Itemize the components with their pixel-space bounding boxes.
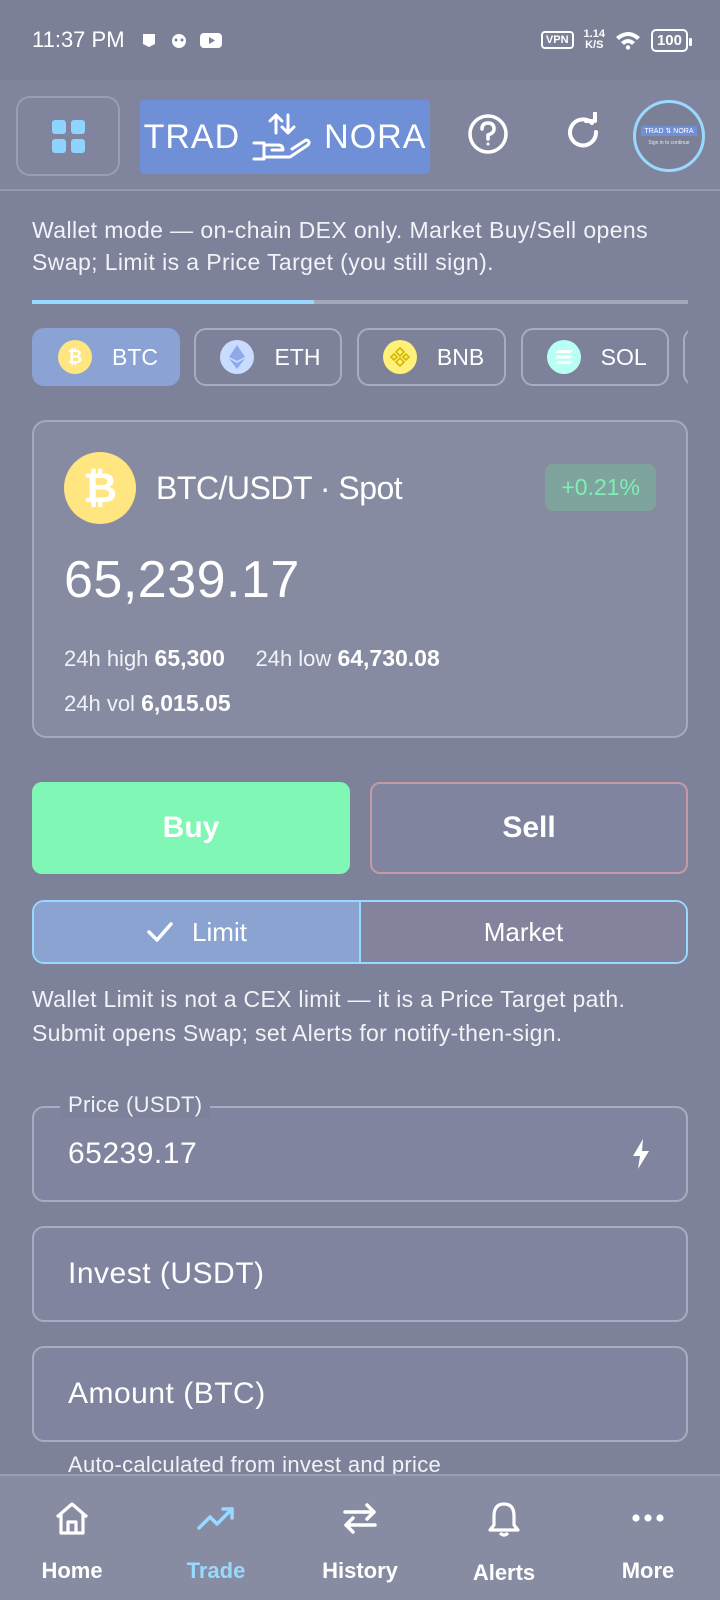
tradnora-logo[interactable]: TRAD NORA <box>140 100 430 174</box>
sell-button[interactable]: Sell <box>370 782 688 874</box>
low-label: 24h low <box>255 646 332 671</box>
coin-chip-label: BNB <box>436 343 485 370</box>
speed-unit: K/S <box>585 39 604 51</box>
invest-field <box>32 1226 688 1322</box>
wallet-mode-notice: Wallet mode — on-chain DEX only. Market … <box>32 217 649 275</box>
coin-chip-btc[interactable]: ₿ BTC <box>32 328 180 386</box>
market-label: Market <box>483 916 564 947</box>
limit-label: Limit <box>192 916 247 947</box>
avatar-logo-right: NORA <box>673 128 694 135</box>
coin-chip-sol[interactable]: SOL <box>520 328 669 386</box>
coin-chip-bnb[interactable]: BNB <box>356 328 507 386</box>
trend-icon <box>197 1507 234 1530</box>
nav-alerts[interactable]: Alerts <box>432 1476 576 1600</box>
wifi-icon <box>615 32 640 50</box>
amount-field <box>32 1346 688 1442</box>
price-field-label: Price (USDT) <box>60 1092 211 1118</box>
coin-chip-label: SOL <box>600 343 647 370</box>
coin-chip-eth[interactable]: ETH <box>194 328 343 386</box>
limit-option[interactable]: Limit <box>34 902 361 962</box>
coin-selector: ₿ BTC ETH BNB SOL <box>32 328 688 388</box>
last-price: 65,239.17 <box>64 551 300 609</box>
btc-icon: ₿ <box>58 340 92 374</box>
bell-icon <box>488 1502 520 1537</box>
check-icon <box>147 922 173 942</box>
nav-label: Trade <box>186 1558 246 1583</box>
limit-hint: Wallet Limit is not a CEX limit — it is … <box>32 986 626 1046</box>
nav-label: More <box>621 1558 675 1583</box>
high-value: 65,300 <box>154 645 225 671</box>
coin-chip-more[interactable] <box>683 328 688 386</box>
nav-label: Home <box>41 1558 103 1583</box>
nav-trade[interactable]: Trade <box>144 1476 288 1600</box>
help-icon[interactable] <box>466 112 510 156</box>
network-speed: 1.14 K/S <box>584 29 605 51</box>
price-field: Price (USDT) <box>32 1092 688 1202</box>
order-type-toggle: Limit Market <box>32 900 688 964</box>
refresh-icon[interactable] <box>562 112 606 156</box>
invest-input[interactable] <box>68 1257 652 1291</box>
coin-chip-label: BTC <box>112 343 158 370</box>
btc-icon: ₿ <box>64 452 136 524</box>
bnb-icon <box>382 340 417 374</box>
battery-indicator: 100 <box>650 28 693 52</box>
nav-history[interactable]: History <box>288 1476 432 1600</box>
home-icon <box>55 1502 89 1535</box>
logo-text-left: TRAD <box>143 117 241 156</box>
change-badge: +0.21% <box>545 464 656 511</box>
price-input[interactable] <box>68 1137 630 1171</box>
youtube-icon <box>199 33 222 48</box>
progress-bar <box>32 300 688 304</box>
hand-transfer-icon <box>252 113 311 161</box>
low-value: 64,730.08 <box>337 645 440 671</box>
status-bar: 11:37 PM VPN 1.14 K/S 100 <box>0 0 720 80</box>
avatar-logo: TRAD ⇅ NORA <box>641 126 697 136</box>
pair-title: BTC/USDT · Spot <box>156 470 403 506</box>
apps-grid-button[interactable] <box>16 96 120 176</box>
avatar-caption: Sign in to continue <box>648 140 690 146</box>
vol-value: 6,015.05 <box>141 690 231 716</box>
logo-text-right: NORA <box>324 117 427 156</box>
high-label: 24h high <box>64 646 149 671</box>
lightning-icon[interactable] <box>630 1138 652 1170</box>
vpn-badge: VPN <box>540 31 574 49</box>
grid-icon <box>51 119 85 153</box>
app-notification-icon-2 <box>171 34 186 48</box>
bottom-navigation: Home Trade History Alerts More <box>0 1474 720 1600</box>
market-card: ₿ BTC/USDT · Spot +0.21% 65,239.17 24h h… <box>32 420 688 738</box>
more-dots-icon <box>632 1514 664 1522</box>
coin-chip-label: ETH <box>274 343 321 370</box>
profile-avatar[interactable]: TRAD ⇅ NORA Sign in to continue <box>633 100 705 172</box>
amount-input[interactable] <box>68 1377 652 1411</box>
vol-label: 24h vol <box>64 691 135 716</box>
nav-more[interactable]: More <box>576 1476 720 1600</box>
app-notification-icon <box>142 34 155 47</box>
nav-label: Alerts <box>472 1560 536 1585</box>
app-header: TRAD NORA TRAD ⇅ NORA Sign in to continu… <box>0 80 720 191</box>
swap-arrows-icon <box>343 1503 377 1534</box>
buy-button[interactable]: Buy <box>32 782 350 874</box>
eth-icon <box>220 340 255 374</box>
market-option[interactable]: Market <box>361 902 686 962</box>
avatar-logo-left: TRAD <box>644 128 664 135</box>
status-time: 11:37 PM <box>32 27 125 52</box>
sol-icon <box>546 340 581 374</box>
progress-fill <box>32 300 315 304</box>
nav-home[interactable]: Home <box>0 1476 144 1600</box>
market-stats: 24h high 65,300 24h low 64,730.08 24h vo… <box>64 636 440 726</box>
nav-label: History <box>322 1558 398 1583</box>
